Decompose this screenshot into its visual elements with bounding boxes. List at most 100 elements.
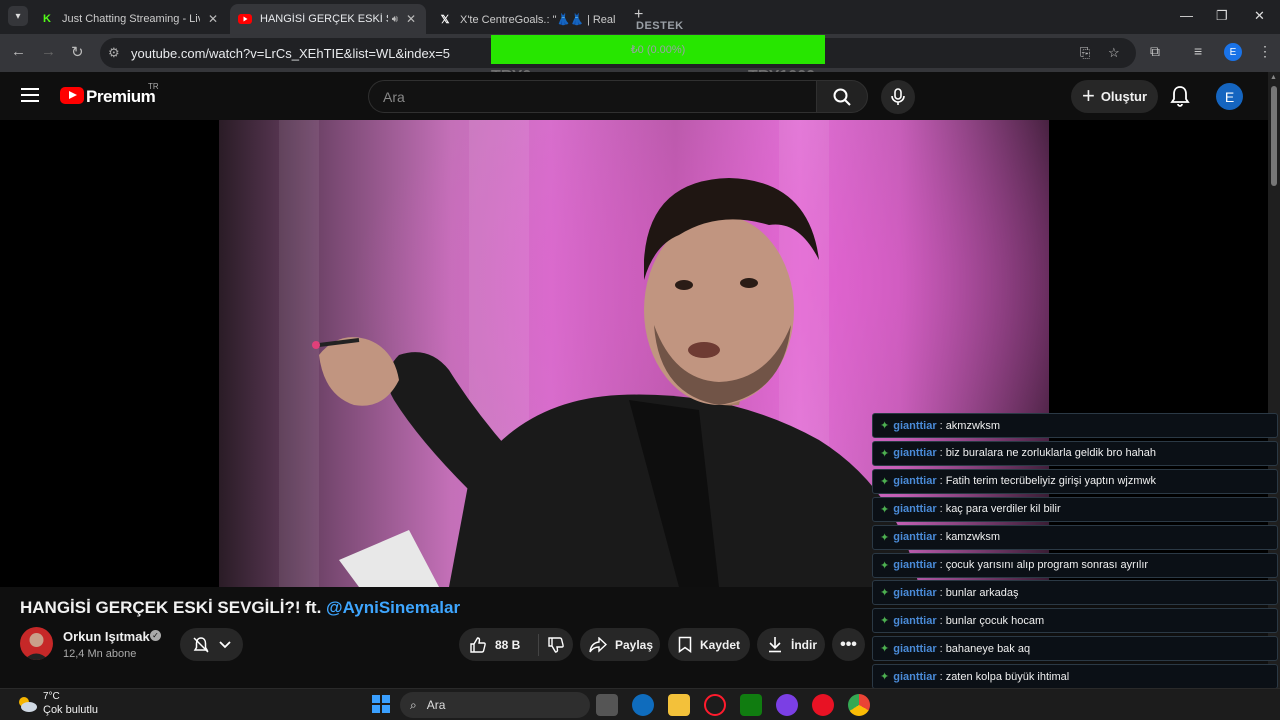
minimize-icon[interactable]: —	[1180, 8, 1193, 23]
account-avatar[interactable]: E	[1216, 83, 1243, 110]
bell-off-icon	[193, 636, 209, 653]
site-info-icon[interactable]: ⚙	[108, 45, 120, 61]
chat-message: ✦ gianttiar: akmzwksm	[872, 413, 1278, 438]
voice-search-button[interactable]	[881, 80, 915, 114]
notifications-bell-icon[interactable]	[1170, 85, 1190, 112]
tab-x[interactable]: 𝕏 X'te CentreGoals.: "👗👗 | Real	[430, 4, 626, 34]
chat-separator: :	[939, 670, 943, 683]
x-icon: 𝕏	[440, 13, 450, 26]
video-person-image	[312, 178, 919, 587]
chat-separator: :	[939, 503, 943, 516]
weather-condition: Çok bulutlu	[43, 704, 99, 716]
temperature: 7°C	[43, 691, 60, 702]
chat-username[interactable]: gianttiar	[893, 503, 936, 515]
edge-icon[interactable]	[632, 694, 654, 716]
browser-profile-avatar[interactable]: E	[1224, 43, 1242, 61]
dislike-button[interactable]	[547, 636, 573, 654]
download-icon	[769, 637, 781, 653]
diamond-icon: ✦	[880, 531, 890, 544]
search-button[interactable]	[816, 80, 868, 113]
video-title: HANGİSİ GERÇEK ESKİ SEVGİLİ?! ft. @AyniS…	[20, 598, 460, 618]
chat-separator: :	[939, 586, 943, 599]
save-button[interactable]: Kaydet	[668, 628, 750, 661]
create-button[interactable]: + Oluştur	[1071, 80, 1158, 113]
tab-title: Just Chatting Streaming - Live S	[62, 13, 200, 25]
windows-taskbar: 7°C Çok bulutlu ⌕ Ara	[0, 688, 1280, 720]
youtube-header: Premium TR + Oluştur E	[0, 72, 1268, 120]
reload-icon[interactable]: ↻	[71, 43, 84, 61]
chat-username[interactable]: gianttiar	[893, 531, 936, 543]
browser-menu-icon[interactable]: ⋮	[1258, 43, 1272, 60]
taskbar-search[interactable]: ⌕ Ara	[400, 692, 590, 718]
media-player-icon[interactable]	[812, 694, 834, 716]
chat-separator: :	[939, 447, 943, 460]
bookmark-icon	[678, 636, 692, 653]
chat-separator: :	[939, 614, 943, 627]
cloudy-weather-icon[interactable]	[16, 694, 38, 714]
share-button[interactable]: Paylaş	[580, 628, 660, 661]
install-app-icon[interactable]: ⎘	[1080, 45, 1090, 61]
search-icon: ⌕	[410, 697, 417, 712]
verified-check-icon: ✓	[150, 630, 161, 641]
close-window-icon[interactable]: ✕	[1254, 8, 1265, 24]
diamond-icon: ✦	[880, 475, 890, 488]
download-label: İndir	[791, 637, 817, 652]
chat-username[interactable]: gianttiar	[893, 643, 936, 655]
chat-message: ✦ gianttiar: bahaneye bak aq	[872, 636, 1278, 662]
channel-name[interactable]: Orkun Işıtmak	[63, 629, 150, 644]
youtube-logo-icon[interactable]	[60, 87, 84, 104]
tab-youtube[interactable]: HANGİSİ GERÇEK ESKİ SEVGİ 🔊︎ ✕	[230, 4, 426, 34]
menu-icon[interactable]	[21, 88, 39, 102]
chat-username[interactable]: gianttiar	[893, 559, 936, 571]
chat-message: ✦ gianttiar: zaten kolpa büyük ihtimal	[872, 664, 1278, 690]
bookmark-star-icon[interactable]: ☆	[1108, 45, 1120, 61]
diamond-icon: ✦	[880, 587, 890, 600]
more-actions-button[interactable]: •••	[832, 628, 865, 661]
tab-kick[interactable]: K Just Chatting Streaming - Live S ✕	[32, 4, 228, 34]
vpn-app-icon[interactable]	[776, 694, 798, 716]
tab-search-button[interactable]: ▾	[8, 6, 28, 26]
back-icon[interactable]: ←	[11, 43, 26, 60]
speaker-icon[interactable]: 🔊︎	[392, 14, 398, 25]
maximize-icon[interactable]: ❐	[1216, 8, 1228, 24]
like-button[interactable]: 88 B	[469, 633, 539, 656]
chat-username[interactable]: gianttiar	[893, 420, 936, 432]
media-controls-icon[interactable]: ≡	[1194, 43, 1202, 59]
more-icon: •••	[840, 635, 857, 653]
close-icon[interactable]: ✕	[206, 12, 220, 26]
create-label: Oluştur	[1100, 89, 1148, 104]
chat-username[interactable]: gianttiar	[893, 475, 936, 487]
diamond-icon: ✦	[880, 447, 890, 460]
diamond-icon: ✦	[880, 615, 890, 628]
xbox-icon[interactable]	[740, 694, 762, 716]
windows-start-icon[interactable]	[372, 695, 390, 713]
extensions-icon[interactable]: ⧉	[1150, 43, 1160, 60]
chat-username[interactable]: gianttiar	[893, 587, 936, 599]
mention-link[interactable]: @AyniSinemalar	[326, 598, 460, 617]
task-view-icon[interactable]	[596, 694, 618, 716]
youtube-brand[interactable]: Premium	[86, 87, 156, 107]
download-button[interactable]: İndir	[757, 628, 825, 661]
microphone-icon	[891, 88, 905, 105]
chat-username[interactable]: gianttiar	[893, 447, 936, 459]
chat-text: bunlar çocuk hocam	[945, 614, 1045, 627]
close-icon[interactable]: ✕	[404, 12, 418, 26]
scrollbar-thumb[interactable]	[1271, 86, 1277, 186]
channel-avatar[interactable]	[20, 627, 53, 660]
chrome-icon[interactable]	[848, 694, 870, 716]
chat-username[interactable]: gianttiar	[893, 671, 936, 683]
chat-separator: :	[939, 559, 943, 571]
forward-icon[interactable]: →	[41, 43, 56, 60]
chat-separator: :	[939, 642, 943, 655]
chat-separator: :	[939, 531, 943, 544]
opera-icon[interactable]	[704, 694, 726, 716]
chat-text: akmzwksm	[945, 419, 1001, 432]
chat-username[interactable]: gianttiar	[893, 615, 936, 627]
url-text[interactable]: youtube.com/watch?v=LrCs_XEhTIE&list=WL&…	[131, 46, 450, 61]
diamond-icon: ✦	[880, 420, 890, 432]
chevron-down-icon	[219, 640, 231, 648]
search-input[interactable]	[369, 81, 789, 112]
file-explorer-icon[interactable]	[668, 694, 690, 716]
subscription-notification-button[interactable]	[180, 628, 243, 661]
scroll-up-icon[interactable]: ▲	[1270, 74, 1277, 81]
